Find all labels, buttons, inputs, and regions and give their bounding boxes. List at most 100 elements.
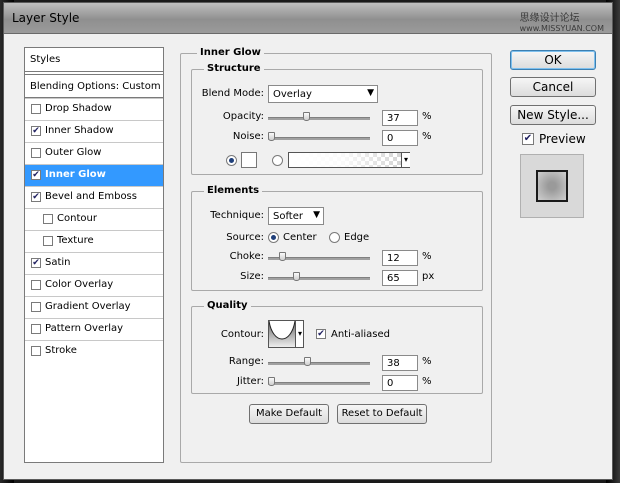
contour-curve-icon: [269, 321, 295, 347]
sidebar-item-label: Color Overlay: [45, 279, 114, 290]
stroke-checkbox[interactable]: [31, 346, 41, 356]
glow-color-swatch[interactable]: [241, 152, 257, 168]
blend-mode-select[interactable]: Overlay ▼: [268, 85, 378, 103]
panel-title: Inner Glow: [197, 47, 264, 58]
opacity-slider-track[interactable]: [268, 117, 370, 120]
sidebar-item-satin[interactable]: ✔ Satin: [25, 252, 163, 274]
reset-to-default-button[interactable]: Reset to Default: [337, 404, 427, 424]
sidebar-item-pattern-overlay[interactable]: Pattern Overlay: [25, 318, 163, 340]
technique-value: Softer: [273, 211, 303, 222]
sidebar-item-color-overlay[interactable]: Color Overlay: [25, 274, 163, 296]
jitter-slider-thumb[interactable]: [268, 377, 275, 386]
texture-checkbox[interactable]: [43, 236, 53, 246]
sidebar-item-label: Bevel and Emboss: [45, 191, 137, 202]
inner-glow-panel: Inner Glow Structure Blend Mode: Overlay…: [180, 47, 492, 463]
noise-label: Noise:: [232, 131, 264, 142]
new-style-button[interactable]: New Style...: [510, 105, 596, 125]
watermark-text: 思缘设计论坛: [519, 13, 580, 24]
sidebar-item-label: Inner Shadow: [45, 125, 114, 136]
contour-dropdown-arrow[interactable]: ▾: [295, 321, 304, 347]
contour-picker[interactable]: ▾: [268, 320, 304, 348]
opacity-slider-thumb[interactable]: [303, 112, 311, 121]
opacity-input[interactable]: 37: [382, 110, 418, 126]
color-radio[interactable]: [226, 155, 237, 166]
blend-mode-value: Overlay: [273, 89, 312, 100]
contour-label: Contour:: [220, 329, 264, 340]
size-slider-thumb[interactable]: [292, 272, 300, 281]
preview-label: Preview: [539, 132, 586, 146]
range-label: Range:: [228, 356, 264, 367]
range-slider-thumb[interactable]: [304, 357, 312, 366]
outer-glow-checkbox[interactable]: [31, 148, 41, 158]
sidebar-item-label: Stroke: [45, 345, 77, 356]
elements-group: Elements Technique: Softer ▼ Source: Cen…: [191, 185, 483, 291]
sidebar-item-inner-glow[interactable]: ✔ Inner Glow: [25, 164, 163, 186]
inner-glow-checkbox[interactable]: ✔: [31, 170, 41, 180]
preview-swatch: [536, 170, 568, 202]
source-center-radio[interactable]: [268, 232, 279, 243]
size-unit: px: [422, 271, 435, 282]
noise-slider-track[interactable]: [268, 137, 370, 140]
color-overlay-checkbox[interactable]: [31, 280, 41, 290]
sidebar-item-inner-shadow[interactable]: ✔ Inner Shadow: [25, 120, 163, 142]
source-edge-label: Edge: [344, 232, 370, 243]
sidebar-item-label: Contour: [57, 213, 97, 224]
range-input[interactable]: 38: [382, 355, 418, 371]
sidebar-item-label: Drop Shadow: [45, 103, 112, 114]
sidebar-item-label: Texture: [57, 235, 94, 246]
blending-options-label: Blending Options: Custom: [30, 81, 161, 92]
blending-options-item[interactable]: Blending Options: Custom: [25, 74, 163, 98]
choke-slider-thumb[interactable]: [279, 252, 287, 261]
antialiased-label: Anti-aliased: [331, 329, 391, 340]
styles-header[interactable]: Styles: [25, 48, 163, 72]
sidebar-item-contour[interactable]: Contour: [25, 208, 163, 230]
source-edge-radio[interactable]: [329, 232, 340, 243]
watermark: 思缘设计论坛 www.MISSYUAN.COM: [520, 9, 604, 33]
gradient-picker[interactable]: [288, 152, 410, 168]
sidebar-item-label: Satin: [45, 257, 71, 268]
range-slider-track[interactable]: [268, 362, 370, 365]
make-default-button[interactable]: Make Default: [249, 404, 329, 424]
opacity-unit: %: [422, 111, 432, 122]
cancel-button[interactable]: Cancel: [510, 77, 596, 97]
chevron-down-icon: ▼: [313, 210, 320, 220]
noise-slider-thumb[interactable]: [268, 132, 275, 141]
dialog-title: Layer Style: [12, 11, 80, 25]
pattern-overlay-checkbox[interactable]: [31, 324, 41, 334]
satin-checkbox[interactable]: ✔: [31, 258, 41, 268]
size-input[interactable]: 65: [382, 270, 418, 286]
sidebar-item-outer-glow[interactable]: Outer Glow: [25, 142, 163, 164]
jitter-slider-track[interactable]: [268, 382, 370, 385]
sidebar-item-texture[interactable]: Texture: [25, 230, 163, 252]
choke-input[interactable]: 12: [382, 250, 418, 266]
bevel-and-emboss-checkbox[interactable]: ✔: [31, 192, 41, 202]
sidebar-item-gradient-overlay[interactable]: Gradient Overlay: [25, 296, 163, 318]
size-slider-track[interactable]: [268, 277, 370, 280]
layer-style-dialog: Layer Style 思缘设计论坛 www.MISSYUAN.COM Styl…: [3, 2, 613, 480]
sidebar-item-drop-shadow[interactable]: Drop Shadow: [25, 98, 163, 120]
technique-select[interactable]: Softer ▼: [268, 207, 324, 225]
preview-checkbox[interactable]: ✔: [522, 133, 534, 145]
gradient-dropdown-arrow[interactable]: ▾: [401, 153, 410, 167]
jitter-unit: %: [422, 376, 432, 387]
sidebar-item-label: Pattern Overlay: [45, 323, 124, 334]
sidebar-item-bevel-and-emboss[interactable]: ✔ Bevel and Emboss: [25, 186, 163, 208]
contour-checkbox[interactable]: [43, 214, 53, 224]
elements-title: Elements: [204, 185, 263, 196]
noise-input[interactable]: 0: [382, 130, 418, 146]
gradient-overlay-checkbox[interactable]: [31, 302, 41, 312]
jitter-input[interactable]: 0: [382, 375, 418, 391]
title-bar[interactable]: Layer Style 思缘设计论坛 www.MISSYUAN.COM: [4, 3, 612, 34]
opacity-label: Opacity:: [222, 111, 264, 122]
sidebar-item-label: Inner Glow: [45, 169, 106, 180]
quality-title: Quality: [204, 300, 251, 311]
structure-title: Structure: [204, 63, 264, 74]
blend-mode-label: Blend Mode:: [201, 88, 264, 99]
gradient-radio[interactable]: [272, 155, 283, 166]
ok-button[interactable]: OK: [510, 50, 596, 70]
antialiased-checkbox[interactable]: ✔: [316, 329, 326, 339]
drop-shadow-checkbox[interactable]: [31, 104, 41, 114]
inner-shadow-checkbox[interactable]: ✔: [31, 126, 41, 136]
sidebar-item-stroke[interactable]: Stroke: [25, 340, 163, 362]
structure-group: Structure Blend Mode: Overlay ▼ Opacity:…: [191, 63, 483, 175]
